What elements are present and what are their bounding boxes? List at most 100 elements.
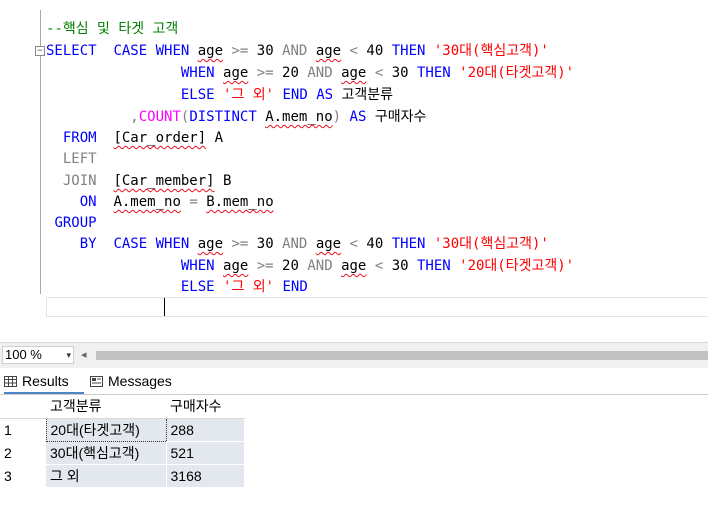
kw-case: CASE [113,43,148,59]
code-line-2: SELECT CASE WHEN age >= 30 AND age < 40 … [46,40,549,62]
text-caret [164,298,165,316]
cell-buyers[interactable]: 521 [166,441,245,465]
string-target: '20대(타겟고객)' [459,258,575,274]
ident-age: age [223,258,249,274]
row-number[interactable]: 3 [0,464,46,487]
code-line-7: LEFT [46,148,97,170]
op-ge: >= [231,43,249,59]
kw-when: WHEN [155,236,190,252]
column-header[interactable]: 고객분류 [46,395,166,419]
code-line-12: WHEN age >= 20 AND age < 30 THEN '20대(타겟… [46,255,574,277]
messages-icon [90,376,103,387]
op-ge: >= [256,258,274,274]
kw-select: SELECT [46,43,97,59]
num-20: 20 [282,65,299,81]
table-row[interactable]: 2 30대(핵심고객) 521 [0,441,245,465]
code-line-9: ON A.mem_no = B.mem_no [46,191,274,213]
ident-age: age [315,236,342,252]
kw-when: WHEN [155,43,190,59]
op-lt: < [349,43,358,59]
table-car-member: [Car_member] [113,173,215,189]
num-30: 30 [391,65,409,81]
kw-then: THEN [416,65,451,81]
kw-case: CASE [113,236,148,252]
cell-buyers[interactable]: 288 [166,418,245,442]
op-ge: >= [231,236,249,252]
cell-buyers[interactable]: 3168 [166,464,245,488]
alias-segment: 고객분류 [341,87,394,103]
code-line-8: JOIN [Car_member] B [46,170,232,192]
string-target: '20대(타겟고객)' [459,65,575,81]
kw-then: THEN [416,258,451,274]
row-number[interactable]: 1 [0,418,46,441]
column-header[interactable]: 구매자수 [166,395,244,419]
string-other: '그 외' [223,87,275,103]
kw-and: AND [307,258,333,274]
ident-mem-no-a: A.mem_no [113,194,181,210]
ident-age: age [341,258,367,274]
row-number[interactable]: 2 [0,441,46,464]
ident-mem-no-b: B.mem_no [206,194,274,210]
kw-group: GROUP [54,215,97,231]
num-30: 30 [256,43,274,59]
ident-age: age [197,43,224,59]
ident-age: age [223,65,249,81]
sql-comment: --핵심 및 타겟 고객 [46,21,179,37]
code-line-5: ,COUNT(DISTINCT A.mem_no) AS 구매자수 [46,106,426,128]
dropdown-arrow-icon: ▾ [66,350,71,360]
cell-segment[interactable]: 20대(타겟고객) [45,417,167,442]
op-lt: < [349,236,358,252]
zoom-dropdown[interactable]: 100 % ▾ [2,346,74,364]
ident-age: age [197,236,224,252]
kw-then: THEN [391,43,426,59]
results-grid[interactable]: 고객분류 구매자수 1 20대(타겟고객) 288 2 30대(핵심고객) 52… [0,394,708,520]
kw-left: LEFT [62,151,97,167]
results-table: 고객분류 구매자수 1 20대(타겟고객) 288 2 30대(핵심고객) 52… [0,395,245,488]
ident-age: age [315,43,342,59]
kw-and: AND [282,236,308,252]
alias-count: 구매자수 [374,109,427,125]
op-lt: < [374,258,384,274]
tab-messages[interactable]: Messages [90,370,190,392]
num-20: 20 [282,258,299,274]
row-number-header[interactable] [0,395,46,419]
kw-and: AND [282,43,308,59]
code-line-1: --핵심 및 타겟 고객 [46,18,178,40]
collapse-toggle-icon[interactable]: − [35,46,45,56]
code-line-6: FROM [Car_order] A [46,127,223,149]
op-lt: < [374,65,384,81]
op-comma: , [130,109,139,125]
results-tab-strip: Results Messages [0,368,708,394]
kw-distinct: DISTINCT [189,109,257,125]
string-core: '30대(핵심고객)' [433,236,549,252]
num-40: 40 [366,43,384,59]
tab-results-label: Results [22,373,69,389]
fn-count: COUNT [138,109,181,125]
horizontal-scrollbar-thumb[interactable] [96,351,708,360]
cell-segment[interactable]: 그 외 [46,464,167,488]
kw-when: WHEN [180,65,215,81]
alias-a: A [214,130,224,146]
tab-messages-label: Messages [108,373,172,389]
string-other: '그 외' [223,279,275,295]
code-line-3: WHEN age >= 20 AND age < 30 THEN '20대(타겟… [46,62,574,84]
table-row[interactable]: 1 20대(타겟고객) 288 [0,417,245,442]
kw-from: FROM [62,130,97,146]
table-row[interactable]: 3 그 외 3168 [0,464,245,488]
code-line-4: ELSE '그 외' END AS 고객분류 [46,84,393,106]
alias-b: B [223,173,232,189]
tab-results[interactable]: Results [4,370,84,394]
kw-when: WHEN [180,258,215,274]
num-30: 30 [256,236,274,252]
table-car-order: [Car_order] [113,130,207,146]
code-line-10: GROUP [46,212,97,234]
num-40: 40 [366,236,384,252]
kw-by: BY [79,236,97,252]
cell-segment[interactable]: 30대(핵심고객) [46,441,167,465]
sql-editor[interactable]: − --핵심 및 타겟 고객 SELECT CASE WHEN age >= 3… [0,0,708,342]
num-30: 30 [391,258,409,274]
scroll-left-arrow-icon[interactable]: ◂ [81,348,87,362]
code-line-13: ELSE '그 외' END [46,276,308,298]
op-ge: >= [256,65,274,81]
current-line-highlight [46,297,708,317]
